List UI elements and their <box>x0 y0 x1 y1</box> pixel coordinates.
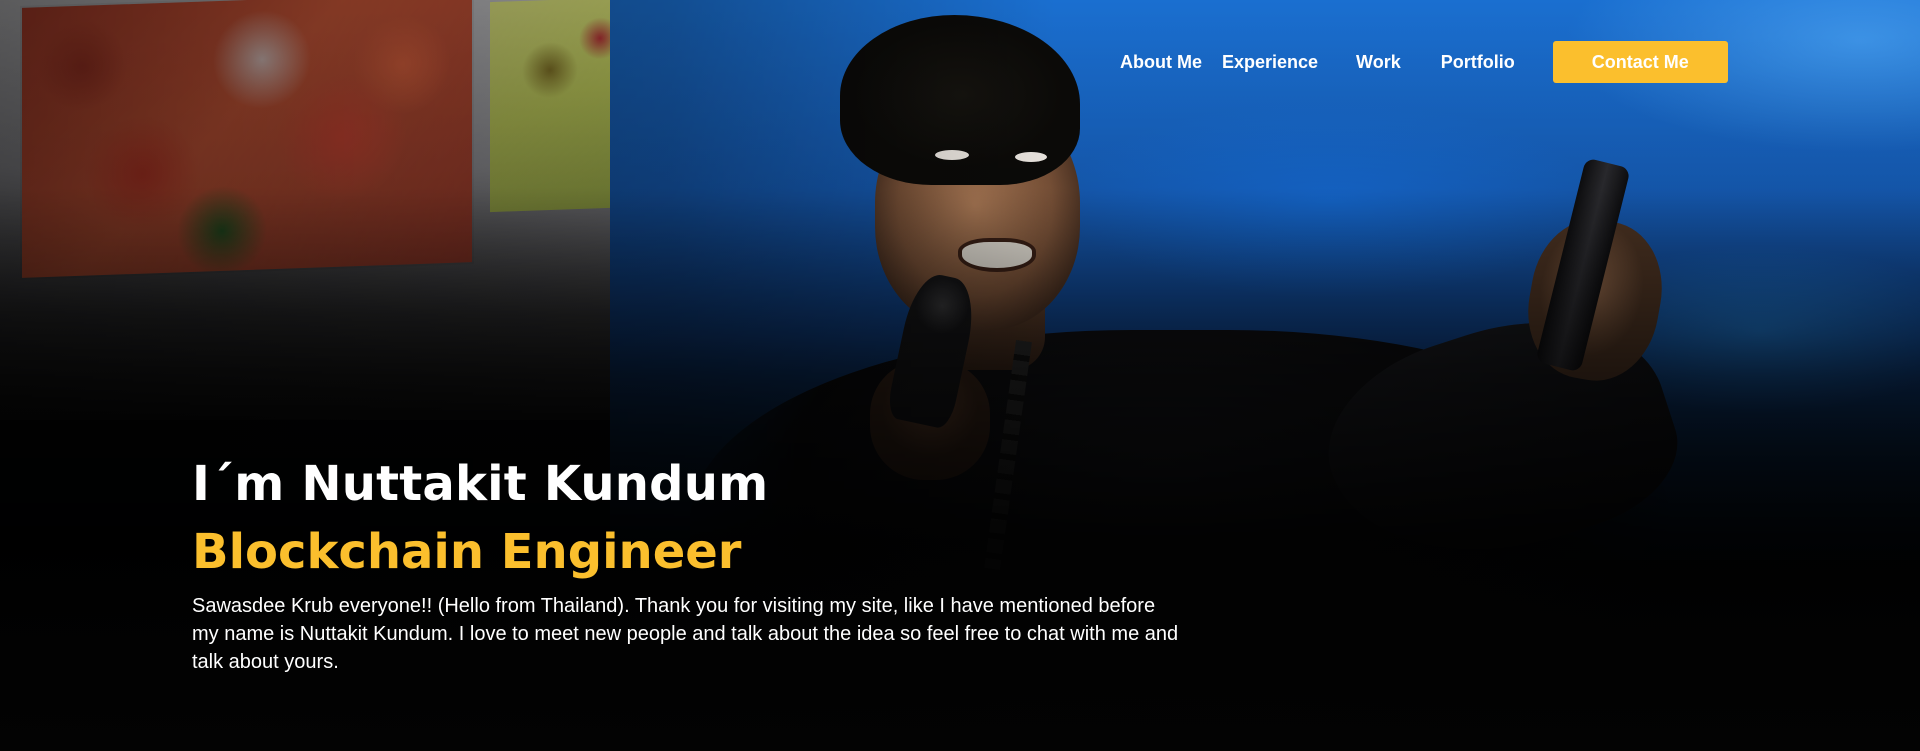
nav-link-work[interactable]: Work <box>1356 52 1401 73</box>
hero-role-heading: Blockchain Engineer <box>192 524 742 580</box>
hero-description: Sawasdee Krub everyone!! (Hello from Tha… <box>192 595 1179 673</box>
nav-link-about-me[interactable]: About Me <box>1120 52 1202 73</box>
top-navigation: About Me Experience Work Portfolio Conta… <box>1120 40 1728 84</box>
nav-link-portfolio[interactable]: Portfolio <box>1441 52 1515 73</box>
contact-me-button[interactable]: Contact Me <box>1552 41 1728 83</box>
hero-section: About Me Experience Work Portfolio Conta… <box>0 0 1920 751</box>
hero-name-heading: I´m Nuttakit Kundum <box>192 456 769 512</box>
nav-link-experience[interactable]: Experience <box>1222 52 1318 73</box>
hero-text-block: I´m Nuttakit Kundum Blockchain Engineer … <box>192 450 1182 676</box>
